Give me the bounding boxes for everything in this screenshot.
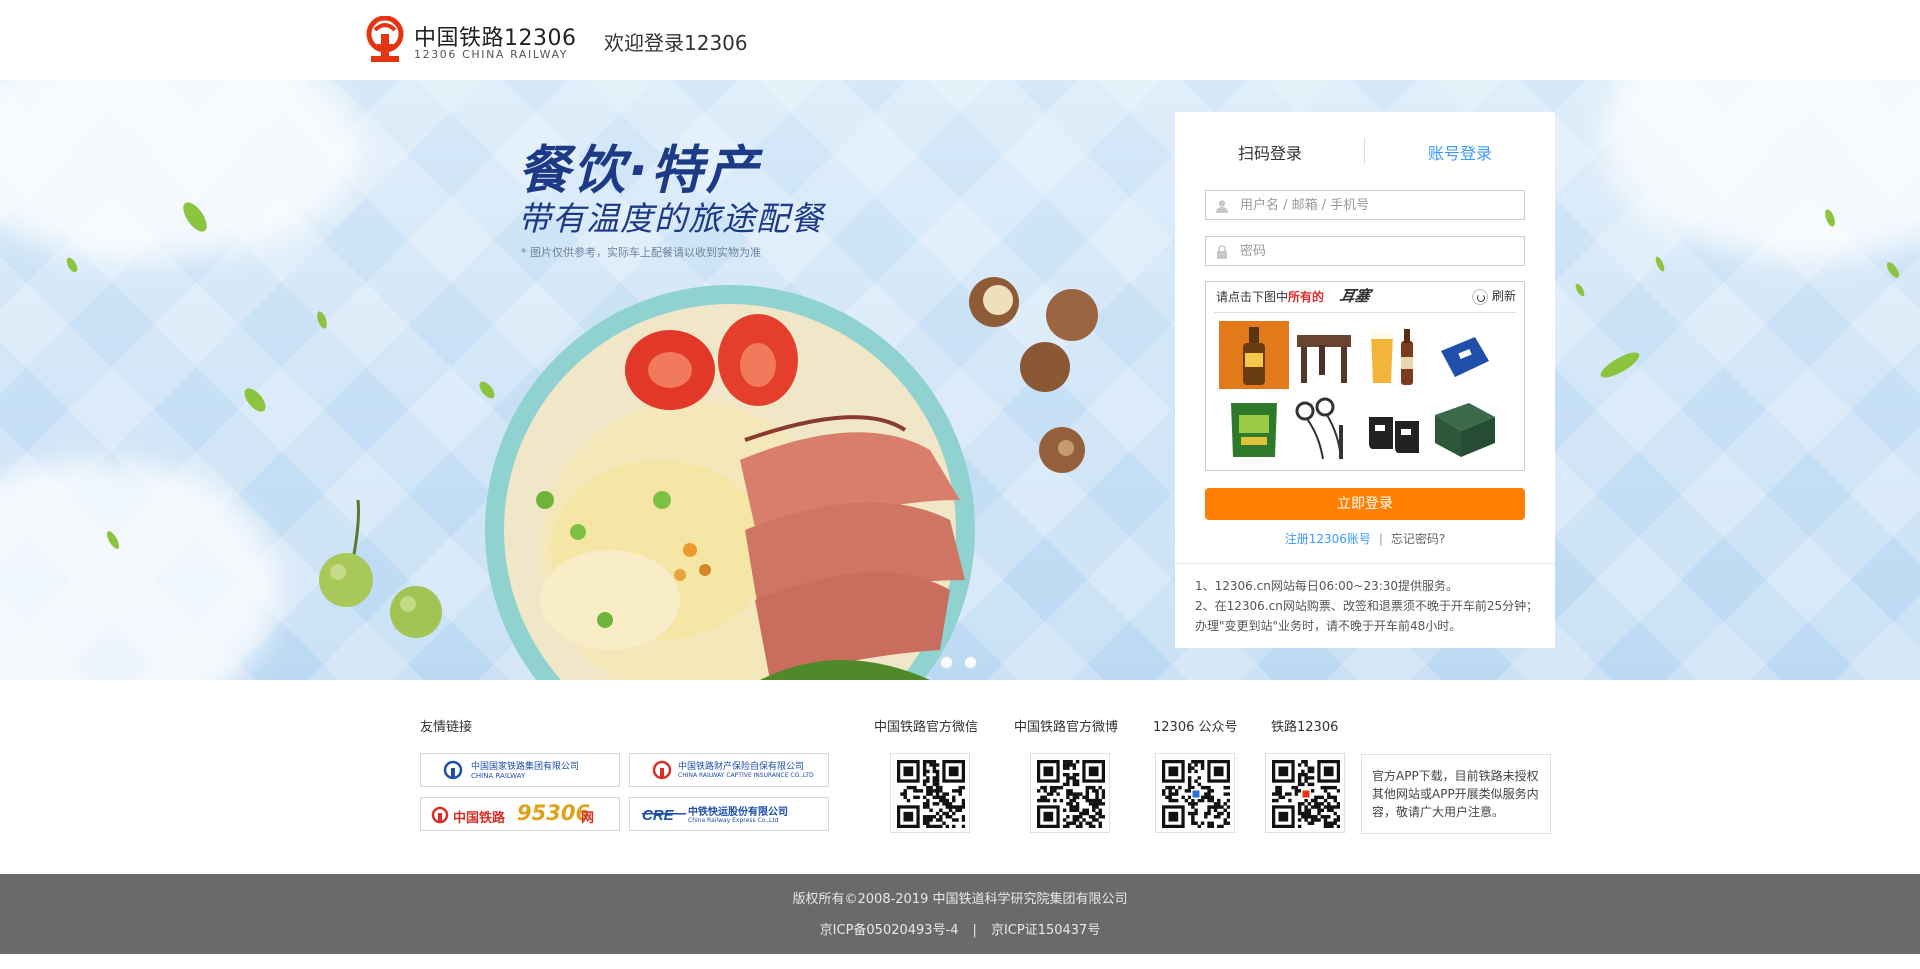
captcha-target-word: 耳塞 (1337, 287, 1372, 305)
login-submit-button[interactable]: 立即登录 (1205, 488, 1525, 520)
qr-title-weibo: 中国铁路官方微博 (1014, 720, 1119, 735)
password-field[interactable] (1205, 236, 1525, 266)
partner-name: 中国铁路 (453, 811, 506, 826)
qr-title-app: 铁路12306 (1271, 720, 1339, 735)
captcha-image-snack-bag[interactable] (1219, 395, 1289, 463)
macadamia-nuts (969, 277, 1098, 473)
icp-info: 京ICP备05020493号-4 | 京ICP证150437号 (0, 919, 1920, 938)
captcha-prompt-text: 请点击下图中 (1216, 290, 1289, 304)
china-railway-logo-icon (443, 760, 463, 780)
captcha-image-stool[interactable] (1289, 321, 1359, 389)
captcha-prompt-highlight: 所有的 (1288, 290, 1325, 304)
partner-link-china-railway[interactable]: 中国国家铁路集团有限公司 CHINA RAILWAY (420, 753, 620, 787)
password-input[interactable] (1240, 241, 1520, 261)
notice-divider (1175, 563, 1555, 564)
image-captcha: 请点击下图中所有的 耳塞 刷新 (1205, 281, 1525, 471)
login-tabs: 扫码登录 账号登录 (1175, 112, 1555, 192)
refresh-label: 刷新 (1491, 289, 1516, 303)
partner-subname: China Railway Express Co.,Ltd (688, 817, 779, 824)
friend-links-title: 友情链接 (420, 720, 473, 735)
partner-link-95306[interactable]: 中国铁路 95306 网 (420, 797, 620, 831)
noodle-bowl (485, 285, 975, 680)
link-separator: | (1378, 532, 1383, 546)
forgot-password-link[interactable]: 忘记密码? (1391, 532, 1445, 546)
tab-divider (1364, 138, 1365, 164)
captcha-image-beer-glass[interactable] (1359, 321, 1429, 389)
qr-icon (1162, 760, 1230, 828)
copyright-text: 版权所有©2008-2019 中国铁道科学研究院集团有限公司 (792, 892, 1128, 907)
qr-title-official-account: 12306 公众号 (1153, 720, 1238, 735)
user-icon (1216, 200, 1228, 213)
icp-record-link[interactable]: 京ICP备05020493号-4 (820, 923, 959, 938)
partner-link-insurance[interactable]: 中国铁路财产保险自保有限公司 CHINA RAILWAY CAPTIVE INS… (629, 753, 829, 787)
app-download-note: 官方APP下载，目前铁路未授权其他网站或APP开展类似服务内容，敬请广大用户注意… (1361, 754, 1551, 834)
cre-logo-icon: CRE (642, 807, 686, 824)
leaf-decorations (66, 202, 1900, 549)
captcha-refresh-button[interactable]: 刷新 (1471, 287, 1516, 305)
carousel-dot[interactable] (940, 656, 953, 669)
promo-banner[interactable]: 餐饮·特产 带有温度的旅途配餐 * 图片仅供参考，实际车上配餐请以收到实物为准 (0, 80, 1920, 680)
icp-license-link[interactable]: 京ICP证150437号 (991, 923, 1100, 938)
captcha-divider (1214, 312, 1516, 313)
page-title: 欢迎登录12306 (604, 31, 748, 55)
register-link[interactable]: 注册12306账号 (1285, 532, 1371, 546)
notice-item: 1、12306.cn网站每日06:00~23:30提供服务。 (1195, 579, 1459, 593)
qr-title-wechat: 中国铁路官方微信 (874, 720, 979, 735)
qr-icon (897, 760, 965, 828)
captcha-image-socks[interactable] (1359, 395, 1429, 463)
partner-name: 中国国家铁路集团有限公司 (471, 762, 580, 772)
captcha-prompt: 请点击下图中所有的 (1216, 288, 1324, 305)
icp-separator: | (972, 923, 977, 938)
lock-icon (1217, 245, 1227, 259)
service-notice: 1、12306.cn网站每日06:00~23:30提供服务。 2、在12306.… (1195, 576, 1545, 636)
captcha-image-gift-box[interactable] (1429, 395, 1499, 463)
china-railway-red-logo-icon (431, 806, 449, 824)
tab-qr-login[interactable]: 扫码登录 (1238, 140, 1302, 164)
username-input[interactable] (1240, 195, 1520, 215)
captcha-image-wristband[interactable] (1429, 321, 1499, 389)
svg-text:CRE: CRE (642, 807, 675, 824)
qr-icon (1037, 760, 1105, 828)
partner-name: 中铁快运股份有限公司 (688, 807, 788, 818)
refresh-icon (1471, 288, 1488, 305)
carousel-dot[interactable] (964, 656, 977, 669)
green-grapes (319, 499, 442, 638)
account-links: 注册12306账号 | 忘记密码? (1175, 530, 1555, 547)
qr-code-wechat[interactable] (890, 753, 970, 833)
notice-item: 2、在12306.cn网站购票、改签和退票须不晚于开车前25分钟；办理"变更到站… (1195, 599, 1539, 633)
partner-link-cre[interactable]: CRE 中铁快运股份有限公司 China Railway Express Co.… (629, 797, 829, 831)
banner-disclaimer: * 图片仅供参考，实际车上配餐请以收到实物为准 (521, 246, 761, 259)
railway-logo-icon (366, 16, 404, 62)
partner-name: 中国铁路财产保险自保有限公司 (678, 762, 805, 772)
partner-suffix: 网 (581, 811, 595, 826)
partner-subname: CHINA RAILWAY (471, 772, 526, 780)
railway-insurance-logo-icon (652, 760, 672, 780)
captcha-image-earphones[interactable] (1289, 395, 1359, 463)
partner-subname: CHINA RAILWAY CAPTIVE INSURANCE CO.,LTD (678, 772, 814, 779)
food-illustration (66, 202, 1900, 680)
carousel-indicators (940, 656, 980, 670)
qr-code-app[interactable] (1265, 753, 1345, 833)
logo-subtitle: 12306 CHINA RAILWAY (414, 48, 569, 61)
qr-code-weibo[interactable] (1030, 753, 1110, 833)
qr-icon (1272, 760, 1340, 828)
partner-number: 95306 (517, 801, 591, 825)
app-note-text: 官方APP下载，目前铁路未授权其他网站或APP开展类似服务内容，敬请广大用户注意… (1372, 769, 1539, 819)
username-field[interactable] (1205, 190, 1525, 220)
login-panel: 扫码登录 账号登录 请点击下图中所有的 耳塞 刷新 (1175, 112, 1555, 648)
site-header: 中国铁路12306 12306 CHINA RAILWAY 欢迎登录12306 (0, 0, 1920, 80)
qr-code-official-account[interactable] (1155, 753, 1235, 833)
tab-account-login[interactable]: 账号登录 (1428, 140, 1492, 164)
captcha-image-beer-bottle[interactable] (1219, 321, 1289, 389)
banner-subtitle: 带有温度的旅途配餐 (518, 199, 824, 238)
site-logo[interactable]: 中国铁路12306 12306 CHINA RAILWAY (363, 14, 576, 66)
site-footer: 版权所有©2008-2019 中国铁道科学研究院集团有限公司 京ICP备0502… (0, 874, 1920, 954)
